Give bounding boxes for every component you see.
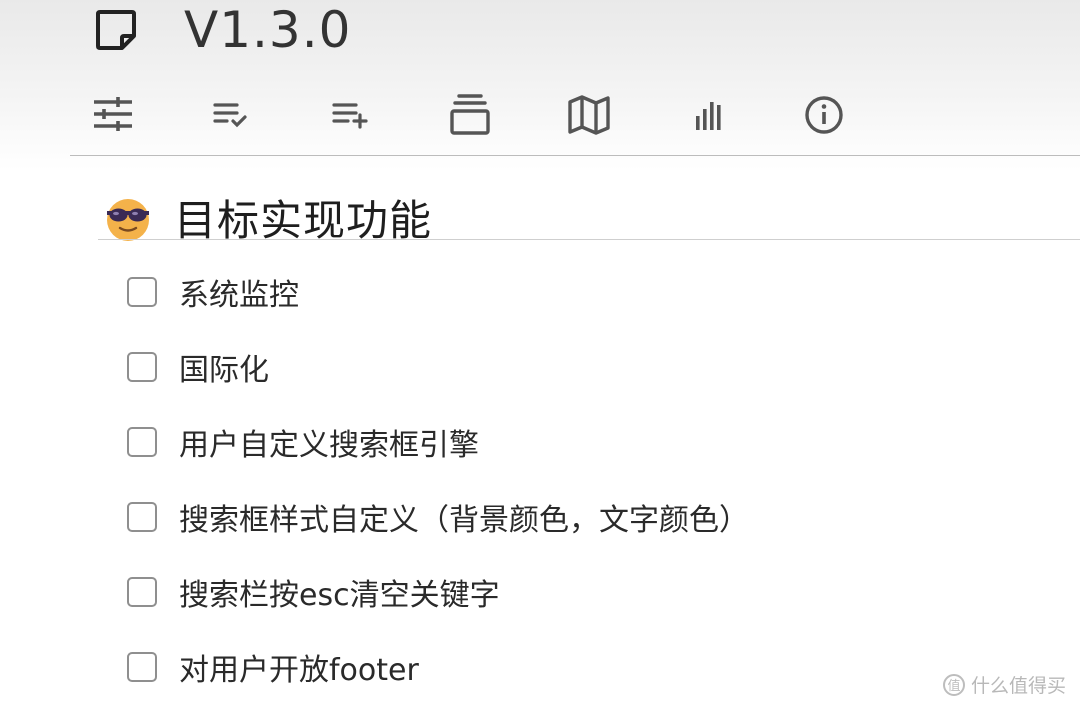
map-button[interactable] [566, 90, 685, 140]
watermark: 值 什么值得买 [942, 671, 1066, 698]
map-icon [568, 95, 610, 135]
toolbar-divider [70, 155, 1080, 156]
bar-chart-icon [696, 102, 721, 130]
checklist-item-label: 系统监控 [179, 277, 299, 313]
settings-button[interactable] [90, 90, 209, 140]
list-add-icon [332, 103, 368, 129]
watermark-logo-icon: 值 [942, 673, 965, 696]
checkbox[interactable] [127, 276, 157, 307]
toolbar [90, 90, 923, 140]
about-button[interactable] [804, 90, 923, 140]
checklist-item: 系统监控 [127, 254, 749, 329]
checklist-item: 搜索栏按esc清空关键字 [127, 554, 749, 629]
checkbox[interactable] [127, 651, 157, 682]
feature-checklist: 系统监控 国际化 用户自定义搜索框引擎 搜索框样式自定义（背景颜色，文字颜色） … [127, 254, 749, 704]
checklist-item: 对用户开放footer [127, 629, 749, 704]
checklist-item-label: 对用户开放footer [179, 652, 419, 688]
layout-button[interactable] [447, 90, 566, 140]
checkbox[interactable] [127, 351, 157, 382]
app-window: V1.3.0 目标实现功能 系统监控 国际化 用户自定义搜索框引擎 搜索框样式自… [0, 0, 1080, 710]
checklist-item: 搜索框样式自定义（背景颜色，文字颜色） [127, 479, 749, 554]
watermark-text: 什么值得买 [970, 675, 1066, 697]
checklist-item-label: 国际化 [179, 352, 269, 388]
checklist-item: 用户自定义搜索框引擎 [127, 404, 749, 479]
checkbox[interactable] [127, 576, 157, 607]
cool-face-emoji-icon [107, 198, 149, 241]
info-icon [805, 96, 843, 134]
checkbox[interactable] [127, 426, 157, 457]
version-label: V1.3.0 [184, 1, 352, 59]
statistics-button[interactable] [685, 90, 804, 140]
list-check-icon [213, 103, 247, 128]
sliders-icon [94, 97, 132, 131]
version-row: V1.3.0 [92, 0, 351, 60]
todo-list-button[interactable] [209, 90, 328, 140]
checklist-item-label: 搜索框样式自定义（背景颜色，文字颜色） [179, 502, 749, 538]
add-item-button[interactable] [328, 90, 447, 140]
section-divider [98, 239, 1080, 240]
panel-icon [450, 94, 490, 135]
checklist-item: 国际化 [127, 329, 749, 404]
top-bar: V1.3.0 [0, 0, 1080, 170]
checklist-item-label: 搜索栏按esc清空关键字 [179, 577, 500, 613]
checklist-item-label: 用户自定义搜索框引擎 [179, 427, 479, 463]
sticky-note-icon[interactable] [92, 6, 140, 54]
checkbox[interactable] [127, 501, 157, 532]
